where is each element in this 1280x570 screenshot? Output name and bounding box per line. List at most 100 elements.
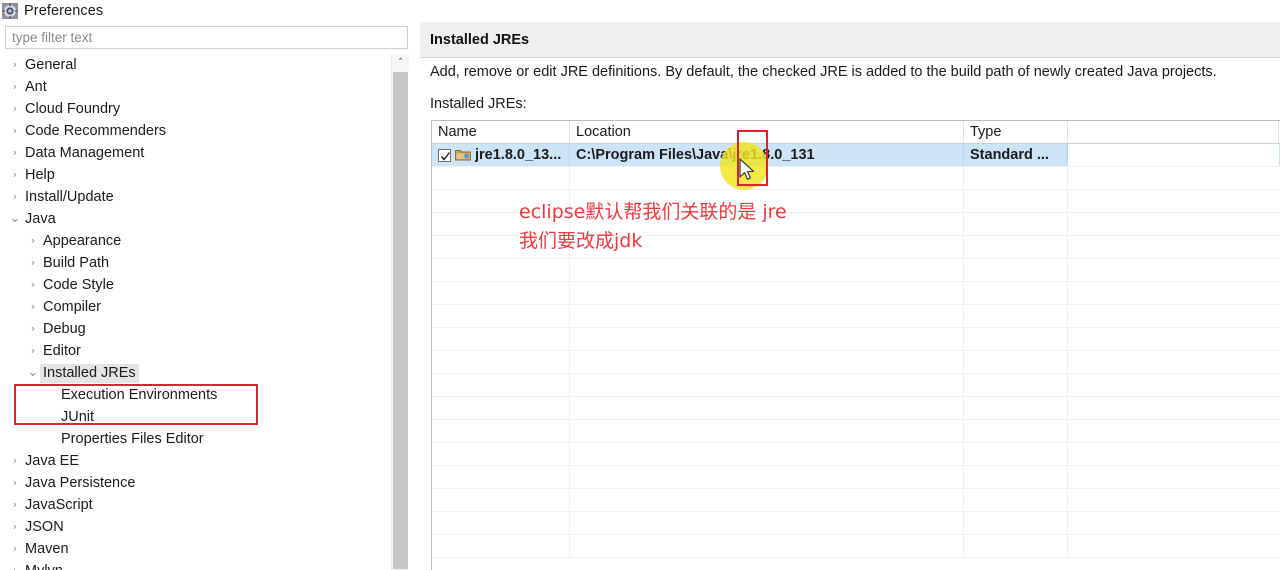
chevron-right-icon[interactable]: › [26, 274, 40, 296]
sidebar-item-label: Cloud Foundry [25, 100, 121, 117]
table-row-empty[interactable] [432, 167, 1280, 190]
sidebar-item-appearance[interactable]: › Appearance [0, 230, 390, 252]
scroll-up-arrow-icon[interactable]: ˄ [392, 54, 409, 71]
cell-empty [1068, 328, 1279, 350]
sidebar-item-label: Build Path [43, 254, 110, 271]
chevron-right-icon[interactable]: › [8, 142, 22, 164]
table-row-empty[interactable] [432, 328, 1280, 351]
chevron-right-icon[interactable]: › [8, 516, 22, 538]
installed-jres-table[interactable]: Name Location Type jre1.8.0_13... C:\Progra… [431, 120, 1280, 570]
chevron-down-icon[interactable]: ⌄ [8, 211, 22, 227]
sidebar-item-data-management[interactable]: › Data Management [0, 142, 390, 164]
tree-scrollbar-thumb[interactable] [393, 72, 408, 569]
table-row-empty[interactable] [432, 512, 1280, 535]
cell-empty [1068, 397, 1279, 419]
cell-empty [570, 259, 964, 281]
sidebar-item-install-update[interactable]: › Install/Update [0, 186, 390, 208]
chevron-right-icon[interactable]: › [8, 450, 22, 472]
chevron-right-icon[interactable]: › [8, 494, 22, 516]
sidebar-item-code-recommenders[interactable]: › Code Recommenders [0, 120, 390, 142]
sidebar-item-label: Maven [25, 540, 69, 557]
annotation-note-line2: 我们要改成jdk [519, 230, 643, 252]
jre-folder-icon [455, 148, 471, 162]
sidebar-item-debug[interactable]: › Debug [0, 318, 390, 340]
cell-empty [432, 259, 570, 281]
cell-empty [1068, 512, 1279, 534]
table-row-empty[interactable] [432, 259, 1280, 282]
table-row[interactable]: jre1.8.0_13... C:\Program Files\Java\jre1… [432, 144, 1280, 167]
cell-empty [570, 282, 964, 304]
table-row-empty[interactable] [432, 466, 1280, 489]
sidebar-item-javascript[interactable]: › JavaScript [0, 494, 390, 516]
table-row-empty[interactable] [432, 443, 1280, 466]
sidebar-item-java-ee[interactable]: › Java EE [0, 450, 390, 472]
chevron-right-icon[interactable]: › [8, 560, 22, 570]
jre-checkbox[interactable] [438, 148, 451, 162]
table-row-empty[interactable] [432, 535, 1280, 558]
sidebar-item-cloud-foundry[interactable]: › Cloud Foundry [0, 98, 390, 120]
preferences-sidebar: ›General›Ant›Cloud Foundry›Code Recommen… [0, 22, 418, 570]
cell-empty [570, 328, 964, 350]
sidebar-item-code-style[interactable]: › Code Style [0, 274, 390, 296]
cell-empty [570, 489, 964, 511]
table-row-empty[interactable] [432, 305, 1280, 328]
cell-spacer [1068, 144, 1279, 166]
sidebar-item-mylyn[interactable]: ›Mylyn [0, 560, 390, 570]
cell-name[interactable]: jre1.8.0_13... [432, 144, 570, 166]
chevron-right-icon[interactable]: › [26, 296, 40, 318]
cell-location[interactable]: C:\Program Files\Java\jre1.8.0_131 [570, 144, 964, 166]
sidebar-item-json[interactable]: › JSON [0, 516, 390, 538]
chevron-right-icon[interactable]: › [26, 340, 40, 362]
cell-type[interactable]: Standard ... [964, 144, 1068, 166]
sidebar-item-build-path[interactable]: › Build Path [0, 252, 390, 274]
table-row-empty[interactable] [432, 282, 1280, 305]
cell-empty [964, 282, 1068, 304]
column-header-location[interactable]: Location [570, 121, 964, 143]
sidebar-item-general[interactable]: › General [0, 54, 390, 76]
sidebar-item-label: Properties Files Editor [61, 430, 204, 447]
table-row-empty[interactable] [432, 420, 1280, 443]
table-row-empty[interactable] [432, 489, 1280, 512]
chevron-right-icon[interactable]: › [8, 54, 22, 76]
sidebar-item-help[interactable]: › Help [0, 164, 390, 186]
column-header-type[interactable]: Type [964, 121, 1068, 143]
chevron-right-icon[interactable]: › [8, 98, 22, 120]
table-row-empty[interactable] [432, 397, 1280, 420]
cell-empty [964, 374, 1068, 396]
sidebar-item-ant[interactable]: › Ant [0, 76, 390, 98]
chevron-right-icon[interactable]: › [8, 164, 22, 186]
chevron-right-icon[interactable]: › [8, 472, 22, 494]
sidebar-item-junit[interactable]: JUnit [0, 406, 390, 428]
sidebar-item-java[interactable]: ⌄ Java [0, 208, 390, 230]
cell-empty [432, 397, 570, 419]
column-header-blank[interactable] [1068, 121, 1279, 143]
chevron-right-icon[interactable]: › [8, 186, 22, 208]
sidebar-item-maven[interactable]: › Maven [0, 538, 390, 560]
jre-name: jre1.8.0_13... [475, 147, 562, 163]
chevron-right-icon[interactable]: › [26, 318, 40, 340]
column-header-name[interactable]: Name [432, 121, 570, 143]
sidebar-item-properties-files-editor[interactable]: Properties Files Editor [0, 428, 390, 450]
filter-input[interactable] [5, 26, 408, 49]
sidebar-item-compiler[interactable]: › Compiler [0, 296, 390, 318]
chevron-right-icon[interactable]: › [8, 538, 22, 560]
sidebar-item-java-persistence[interactable]: › Java Persistence [0, 472, 390, 494]
sidebar-item-installed-jres[interactable]: ⌄ Installed JREs [0, 362, 390, 384]
sidebar-item-label: JUnit [61, 408, 95, 425]
chevron-right-icon[interactable]: › [26, 230, 40, 252]
table-row-empty[interactable] [432, 374, 1280, 397]
chevron-right-icon[interactable]: › [8, 76, 22, 98]
chevron-down-icon[interactable]: ⌄ [26, 365, 40, 381]
chevron-right-icon[interactable]: › [26, 252, 40, 274]
sidebar-item-execution-environments[interactable]: Execution Environments [0, 384, 390, 406]
sidebar-item-editor[interactable]: › Editor [0, 340, 390, 362]
cell-empty [964, 420, 1068, 442]
chevron-right-icon[interactable]: › [8, 120, 22, 142]
tree-scrollbar[interactable]: ˄ [391, 54, 409, 570]
preferences-tree[interactable]: › General › Ant › Cloud Foundry › Code Recommen… [0, 54, 390, 570]
table-row-empty[interactable] [432, 351, 1280, 374]
cell-empty [432, 374, 570, 396]
preferences-gear-icon [2, 3, 18, 19]
preferences-window: Preferences ›General›Ant›Cloud Foundry›C… [0, 0, 1280, 570]
page-header: Installed JREs [420, 22, 1280, 58]
